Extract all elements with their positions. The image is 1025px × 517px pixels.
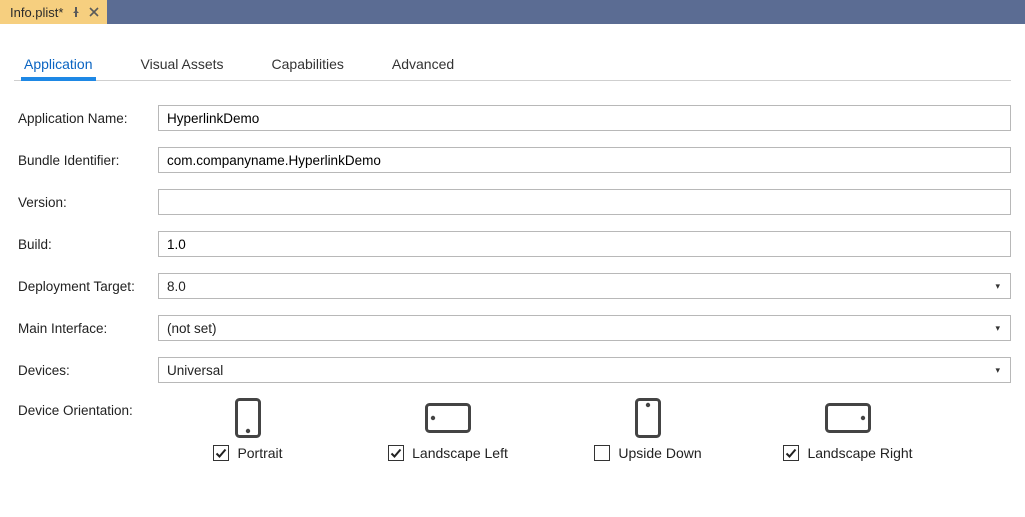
phone-portrait-icon xyxy=(235,397,261,439)
tab-application[interactable]: Application xyxy=(22,50,95,80)
phone-landscape-left-icon xyxy=(425,397,471,439)
phone-upside-down-icon xyxy=(635,397,661,439)
close-icon[interactable] xyxy=(89,7,99,17)
build-input[interactable] xyxy=(158,231,1011,257)
devices-label: Devices: xyxy=(18,363,158,378)
pin-icon[interactable] xyxy=(71,7,81,17)
tab-visual-assets[interactable]: Visual Assets xyxy=(139,50,226,80)
orientation-landscape-left: Landscape Left xyxy=(368,397,528,461)
deployment-target-value: 8.0 xyxy=(167,279,186,294)
device-orientation-label: Device Orientation: xyxy=(18,397,158,418)
phone-landscape-right-icon xyxy=(825,397,871,439)
orientation-landscape-right-label: Landscape Right xyxy=(807,445,912,461)
application-form: Application Name: Bundle Identifier: Ver… xyxy=(14,81,1011,461)
main-interface-value: (not set) xyxy=(167,321,217,336)
orientation-upside-down-label: Upside Down xyxy=(618,445,701,461)
orientation-portrait-label: Portrait xyxy=(237,445,282,461)
orientation-upside-down-checkbox[interactable]: Upside Down xyxy=(594,445,701,461)
devices-select[interactable]: Universal ▾ xyxy=(158,357,1011,383)
orientation-landscape-right-checkbox[interactable]: Landscape Right xyxy=(783,445,912,461)
chevron-down-icon: ▾ xyxy=(995,365,1000,376)
deployment-target-select[interactable]: 8.0 ▾ xyxy=(158,273,1011,299)
bundle-identifier-label: Bundle Identifier: xyxy=(18,153,158,168)
chevron-down-icon: ▾ xyxy=(995,323,1000,334)
title-bar: Info.plist* xyxy=(0,0,1025,24)
orientation-upside-down: Upside Down xyxy=(568,397,728,461)
file-tab-title: Info.plist* xyxy=(10,5,63,20)
tab-capabilities[interactable]: Capabilities xyxy=(270,50,346,80)
orientation-landscape-left-label: Landscape Left xyxy=(412,445,508,461)
main-interface-select[interactable]: (not set) ▾ xyxy=(158,315,1011,341)
tab-advanced[interactable]: Advanced xyxy=(390,50,456,80)
version-label: Version: xyxy=(18,195,158,210)
main-interface-label: Main Interface: xyxy=(18,321,158,336)
orientation-portrait: Portrait xyxy=(168,397,328,461)
build-label: Build: xyxy=(18,237,158,252)
application-name-label: Application Name: xyxy=(18,111,158,126)
bundle-identifier-input[interactable] xyxy=(158,147,1011,173)
devices-value: Universal xyxy=(167,363,223,378)
version-input[interactable] xyxy=(158,189,1011,215)
editor-tabs: Application Visual Assets Capabilities A… xyxy=(14,24,1011,81)
orientation-portrait-checkbox[interactable]: Portrait xyxy=(213,445,282,461)
chevron-down-icon: ▾ xyxy=(995,281,1000,292)
deployment-target-label: Deployment Target: xyxy=(18,279,158,294)
file-tab[interactable]: Info.plist* xyxy=(0,0,107,24)
application-name-input[interactable] xyxy=(158,105,1011,131)
orientation-landscape-left-checkbox[interactable]: Landscape Left xyxy=(388,445,508,461)
orientation-landscape-right: Landscape Right xyxy=(768,397,928,461)
